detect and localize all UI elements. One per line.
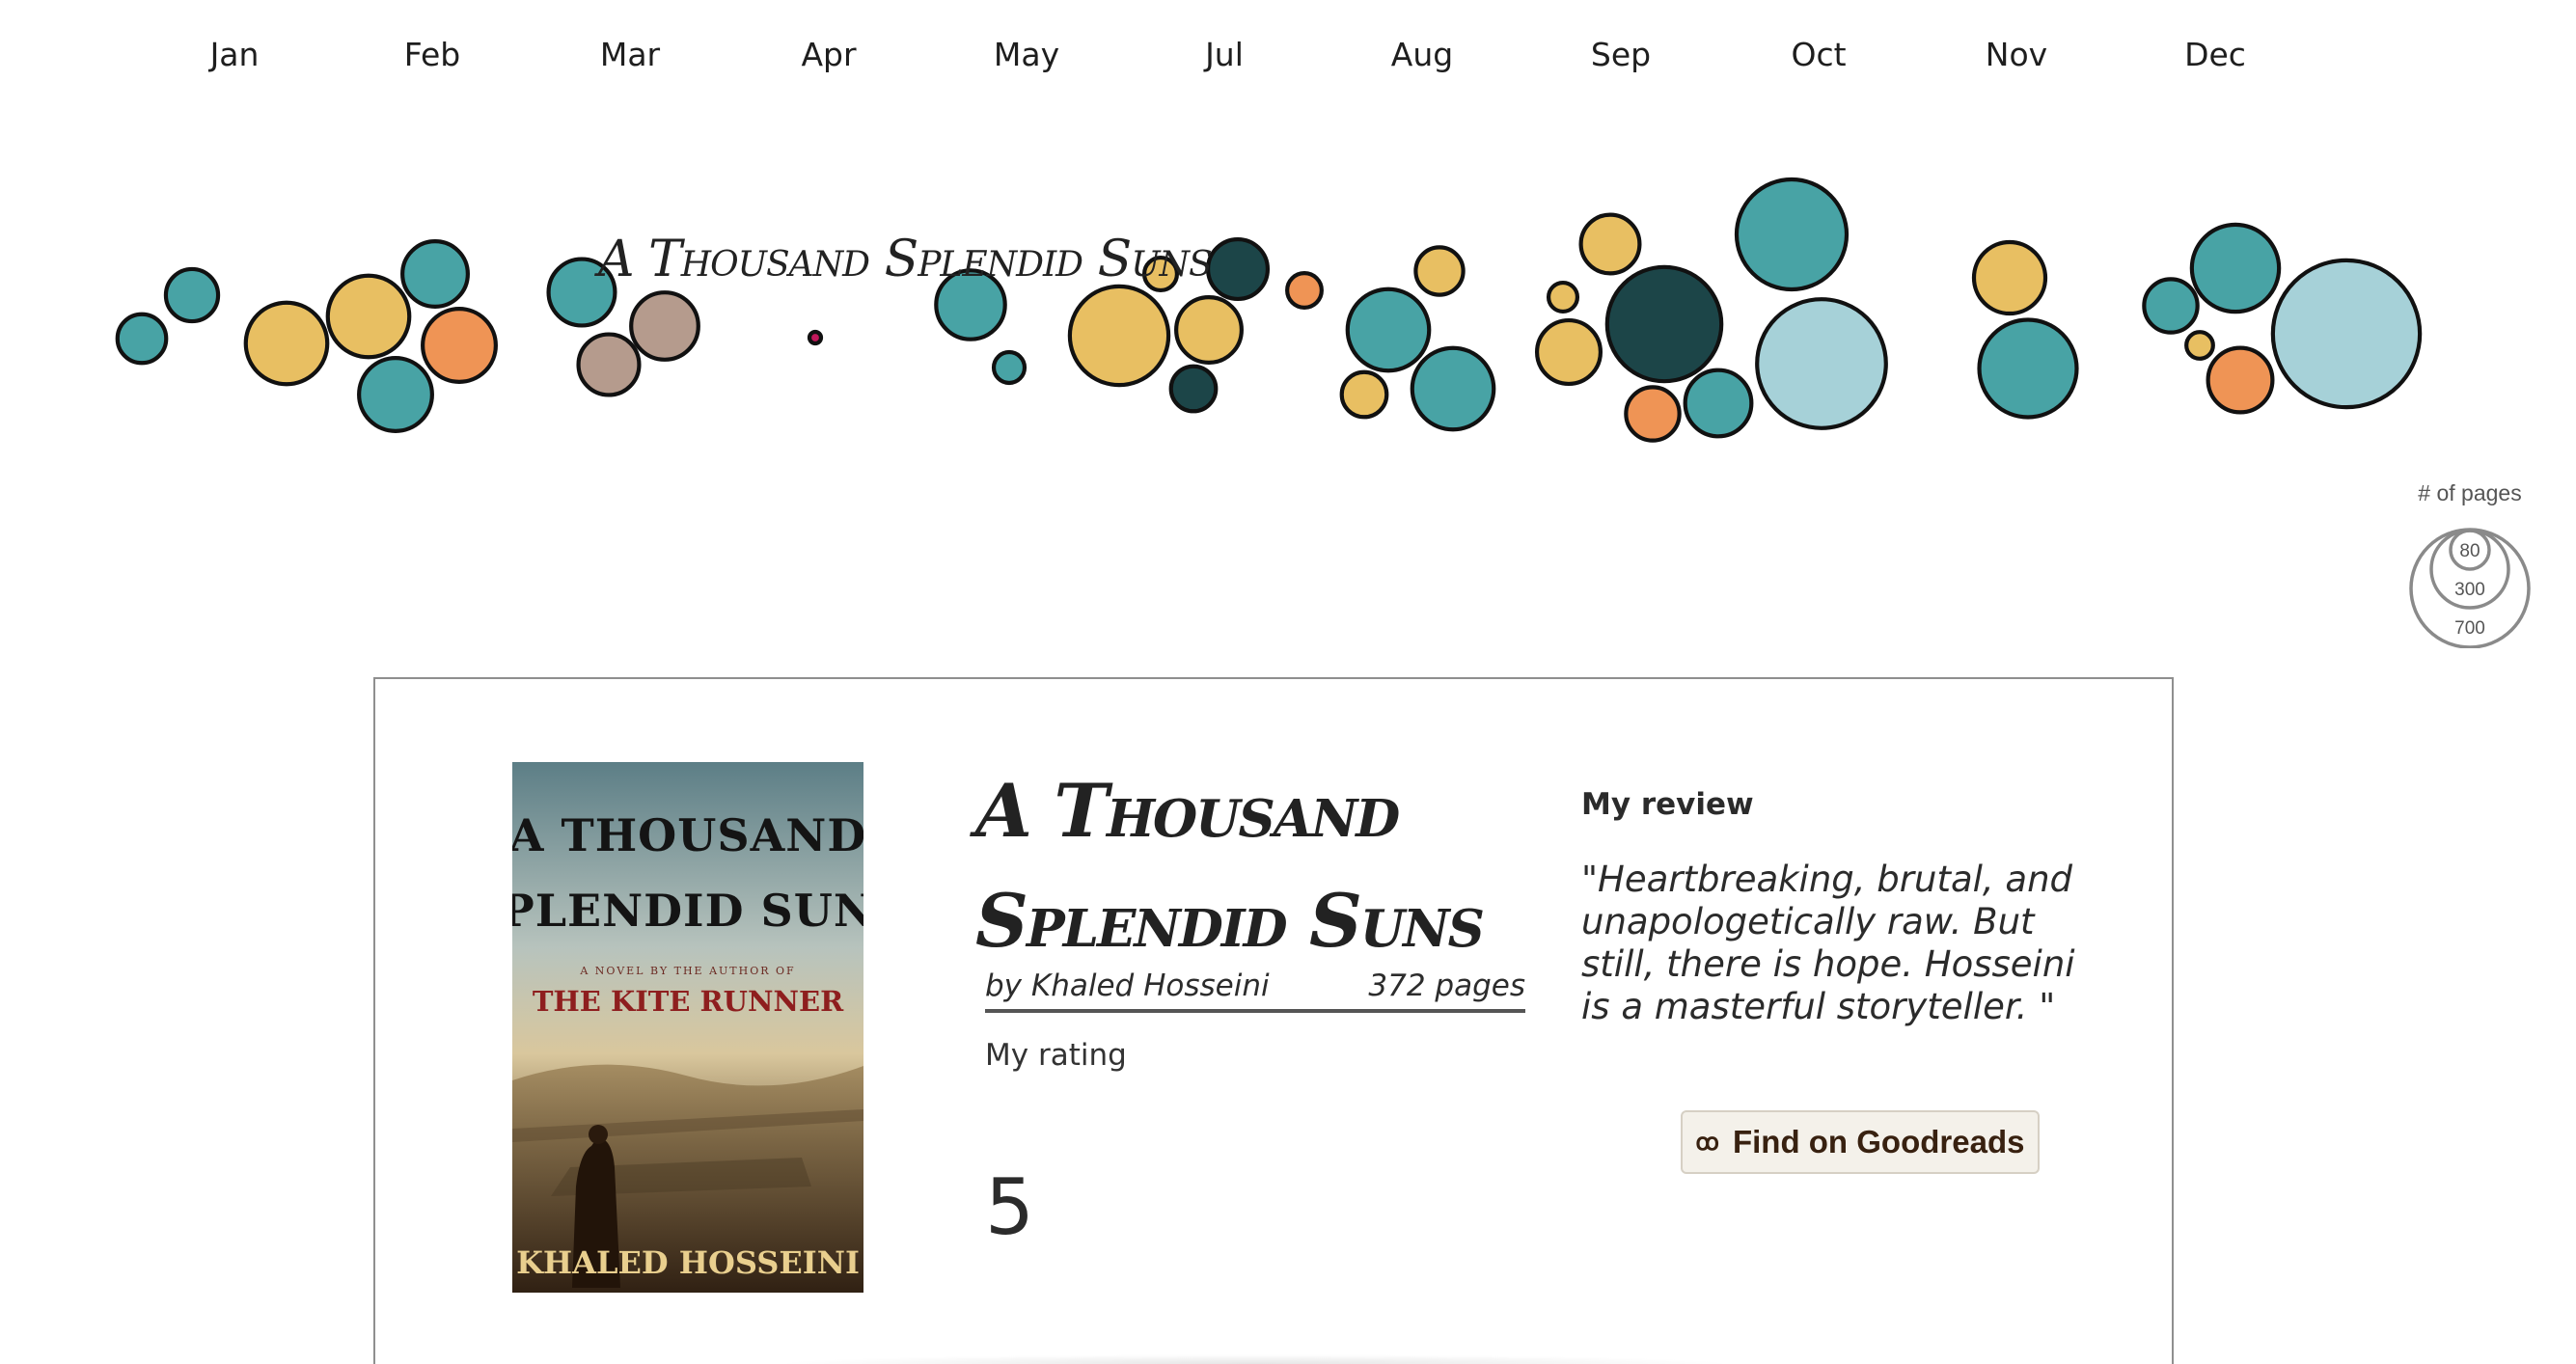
page: Jan Feb Mar Apr May Jul Aug Sep Oct Nov Dec A Thou… — [0, 0, 2576, 1364]
book-bubble-jan-0[interactable] — [163, 266, 221, 324]
review-section: My review "Heartbreaking, brutal, and un… — [1581, 787, 2083, 1028]
book-bubble-dec-37[interactable] — [2270, 258, 2423, 410]
month-label-sep: Sep — [1591, 36, 1651, 73]
book-bubble-jul-15[interactable] — [1174, 295, 1244, 365]
book-bubble-feb-6[interactable] — [357, 356, 434, 433]
legend-label-80: 80 — [2459, 541, 2480, 561]
goodreads-icon: ꝏ — [1695, 1129, 1719, 1156]
book-bubble-dec-36[interactable] — [2206, 345, 2275, 415]
month-label-nov: Nov — [1986, 36, 2047, 73]
cover-tagline: A NOVEL BY THE AUTHOR OF — [579, 965, 795, 977]
book-bubble-may-12[interactable] — [991, 349, 1028, 386]
book-bubble-mar-8[interactable] — [629, 290, 700, 362]
rating-value: 5 — [985, 1162, 1034, 1252]
rating-label: My rating — [985, 1038, 1127, 1073]
cover-author: KHALED HOSSEINI — [516, 1244, 860, 1281]
month-label-jan: Jan — [208, 36, 260, 73]
month-label-aug: Aug — [1391, 36, 1453, 73]
book-author: by Khaled Hosseini — [985, 968, 1270, 1003]
month-label-apr: Apr — [801, 36, 857, 73]
book-bubble-dec-35[interactable] — [2189, 222, 2282, 314]
book-bubble-aug-22[interactable] — [1410, 345, 1496, 432]
book-bubble-mar-9[interactable] — [576, 332, 642, 397]
month-label-may: May — [994, 36, 1059, 73]
book-bubble-sep-27[interactable] — [1624, 385, 1682, 443]
book-bubble-feb-3[interactable] — [325, 273, 412, 360]
book-pages: 372 pages — [1368, 968, 1525, 1003]
book-bubble-jul-17[interactable] — [1168, 364, 1219, 414]
review-heading: My review — [1581, 787, 1754, 822]
month-label-dec: Dec — [2184, 36, 2246, 73]
book-bubble-apr-10[interactable] — [807, 329, 824, 346]
book-title: A Thousand Splendid Suns — [975, 768, 1485, 964]
book-bubble-sep-26[interactable] — [1604, 264, 1724, 384]
legend-label-700: 700 — [2454, 618, 2485, 639]
book-bubble-nov-31[interactable] — [1971, 239, 2048, 316]
book-detail-card: A THOUSAND SPLENDID SUNS A NOVEL BY THE … — [373, 677, 2174, 1364]
book-bubble-oct-30[interactable] — [1683, 368, 1754, 439]
book-info: A Thousand Splendid Suns by Khaled Hosse… — [975, 756, 1525, 1252]
book-bubble-sep-23[interactable] — [1578, 212, 1642, 276]
book-cover-image: A THOUSAND SPLENDID SUNS A NOVEL BY THE … — [512, 762, 863, 1293]
book-bubble-dec-33[interactable] — [2142, 277, 2200, 335]
book-bubble-oct-28[interactable] — [1734, 177, 1850, 292]
scroll-shadow — [772, 1354, 1737, 1364]
book-bubble-jul-14[interactable] — [1067, 284, 1171, 388]
book-bubble-aug-20[interactable] — [1413, 245, 1466, 297]
review-text: "Heartbreaking, brutal, and unapologetic… — [1581, 859, 2075, 1027]
legend-label-300: 300 — [2454, 580, 2485, 600]
cover-title-line-1: A THOUSAND — [512, 809, 863, 861]
legend-title: # of pages — [2418, 480, 2522, 505]
cover-subtitle: THE KITE RUNNER — [533, 985, 844, 1018]
month-label-feb: Feb — [404, 36, 460, 73]
month-label-mar: Mar — [600, 36, 661, 73]
book-bubble-sep-24[interactable] — [1546, 280, 1580, 314]
book-bubble-aug-19[interactable] — [1345, 286, 1432, 373]
reading-timeline-chart: Jan Feb Mar Apr May Jul Aug Sep Oct Nov Dec A Thou… — [115, 36, 2423, 443]
month-label-jul: Jul — [1203, 36, 1244, 73]
book-bubble-dec-34[interactable] — [2184, 330, 2215, 361]
month-axis: Jan Feb Mar Apr May Jul Aug Sep Oct Nov Dec — [208, 36, 2246, 73]
book-bubble-feb-5[interactable] — [421, 307, 498, 384]
book-bubble-oct-29[interactable] — [1755, 297, 1888, 430]
size-legend: # of pages 80 300 700 — [2383, 471, 2557, 664]
book-bubbles — [115, 177, 2423, 443]
book-meta: by Khaled Hosseini 372 pages — [985, 968, 1525, 1013]
legend-circles: 80 300 700 — [2409, 528, 2531, 648]
book-bubble-jan-2[interactable] — [243, 300, 330, 387]
book-bubble-aug-21[interactable] — [1339, 369, 1389, 420]
book-bubble-feb-4[interactable] — [400, 239, 470, 309]
book-bubble-nov-32[interactable] — [1977, 317, 2079, 420]
hovered-book-title: A Thousand Splendid Suns — [594, 231, 1212, 288]
book-bubble-jul-16[interactable] — [1205, 236, 1271, 302]
find-on-goodreads-button[interactable]: ꝏ Find on Goodreads — [1681, 1110, 2040, 1174]
cover-title-line-2: SPLENDID SUNS — [512, 885, 863, 937]
book-bubble-sep-25[interactable] — [1534, 317, 1603, 387]
month-label-oct: Oct — [1791, 36, 1846, 73]
book-bubble-jan-1[interactable] — [115, 312, 169, 366]
goodreads-button-label: Find on Goodreads — [1732, 1124, 2025, 1159]
book-bubble-aug-18[interactable] — [1285, 271, 1324, 310]
